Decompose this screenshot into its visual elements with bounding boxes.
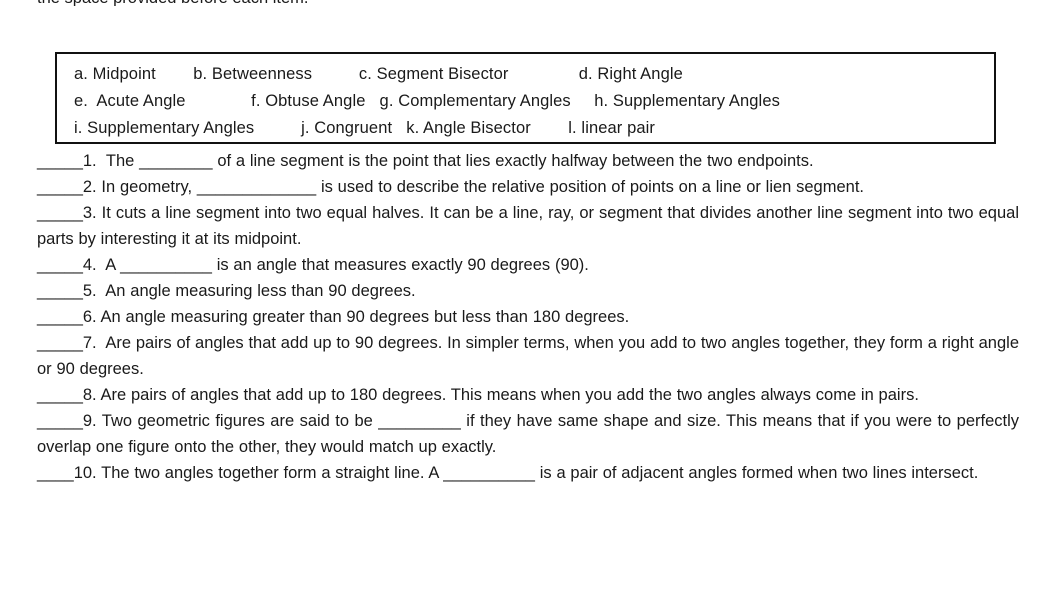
question-item-1: _____1. The ________ of a line segment i… (37, 152, 814, 170)
question-list: _____1. The ________ of a line segment i… (37, 148, 1019, 486)
instruction-line-clipped: the space provided before each item. (37, 0, 1017, 6)
question-item-8: _____8. Are pairs of angles that add up … (37, 386, 919, 404)
worksheet-page: the space provided before each item. a. … (0, 0, 1055, 604)
word-bank-box: a. Midpoint b. Betweenness c. Segment Bi… (55, 52, 996, 144)
question-item-3: _____3. It cuts a line segment into two … (37, 204, 1024, 248)
word-bank-row-2: e. Acute Angle f. Obtuse Angle g. Comple… (74, 92, 780, 110)
word-bank-row-3: i. Supplementary Angles j. Congruent k. … (74, 119, 655, 137)
question-item-2: _____2. In geometry, _____________ is us… (37, 178, 865, 196)
question-item-4: _____4. A __________ is an angle that me… (37, 256, 589, 274)
question-item-9: _____9. Two geometric figures are said t… (37, 412, 1024, 456)
word-bank-row-1: a. Midpoint b. Betweenness c. Segment Bi… (74, 65, 683, 83)
question-item-5: _____5. An angle measuring less than 90 … (37, 282, 416, 300)
instruction-text: the space provided before each item. (37, 0, 1017, 6)
question-item-7: _____7. Are pairs of angles that add up … (37, 334, 1024, 378)
question-item-10: ____10. The two angles together form a s… (37, 464, 979, 482)
question-item-6: _____6. An angle measuring greater than … (37, 308, 630, 326)
